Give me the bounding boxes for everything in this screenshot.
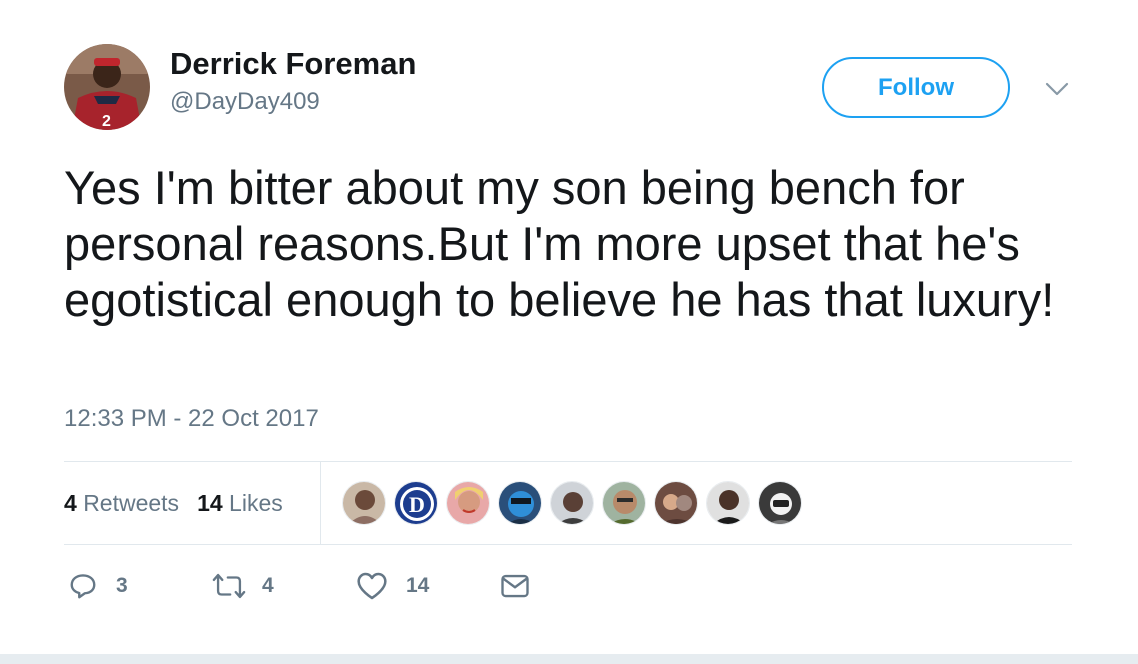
page-bottom-bar: [0, 654, 1138, 664]
tweet-text: Yes I'm bitter about my son being bench …: [64, 161, 1055, 326]
svg-text:D: D: [409, 492, 425, 517]
reply-icon: [70, 574, 96, 599]
reply-button[interactable]: 3: [68, 566, 128, 606]
user-avatar[interactable]: 2: [64, 44, 150, 130]
likes-stat-label: Likes: [229, 489, 283, 516]
liker-avatar[interactable]: [498, 481, 542, 525]
liker-avatar[interactable]: [706, 481, 750, 525]
tweet-timestamp[interactable]: 12:33 PM - 22 Oct 2017: [64, 405, 319, 433]
liker-avatar[interactable]: [342, 481, 386, 525]
more-options-button[interactable]: [1040, 76, 1074, 102]
retweet-button[interactable]: 4: [212, 566, 274, 606]
avatar-image: 2: [64, 44, 150, 130]
stats-bottom-divider: [64, 544, 1072, 545]
retweets-stat[interactable]: 4 Retweets: [64, 490, 179, 517]
svg-text:2: 2: [102, 113, 111, 130]
envelope-icon: [501, 574, 529, 598]
user-display-name[interactable]: Derrick Foreman: [170, 46, 416, 82]
liker-avatar[interactable]: [758, 481, 802, 525]
user-handle[interactable]: @DayDay409: [170, 88, 320, 116]
stats-vertical-divider: [320, 462, 321, 544]
retweets-stat-count: 4: [64, 489, 77, 516]
likers-avatar-row: D: [342, 480, 810, 526]
likes-stat[interactable]: 14 Likes: [197, 490, 283, 517]
retweet-icon: [212, 573, 246, 599]
like-count: 14: [406, 574, 430, 597]
follow-button[interactable]: Follow: [822, 57, 1010, 118]
retweet-count: 4: [262, 574, 274, 597]
like-button[interactable]: 14: [356, 566, 429, 606]
retweets-stat-label: Retweets: [83, 489, 180, 516]
reply-count: 3: [116, 574, 128, 597]
liker-avatar[interactable]: [602, 481, 646, 525]
likes-stat-count: 14: [197, 489, 223, 516]
chevron-down-icon: [1045, 82, 1069, 96]
tweet-stats: 4 Retweets 14 Likes: [64, 462, 283, 544]
liker-avatar[interactable]: [654, 481, 698, 525]
liker-avatar[interactable]: D: [394, 481, 438, 525]
liker-avatar[interactable]: [550, 481, 594, 525]
liker-avatar[interactable]: [446, 481, 490, 525]
direct-message-button[interactable]: [500, 566, 530, 606]
heart-icon: [357, 572, 387, 600]
